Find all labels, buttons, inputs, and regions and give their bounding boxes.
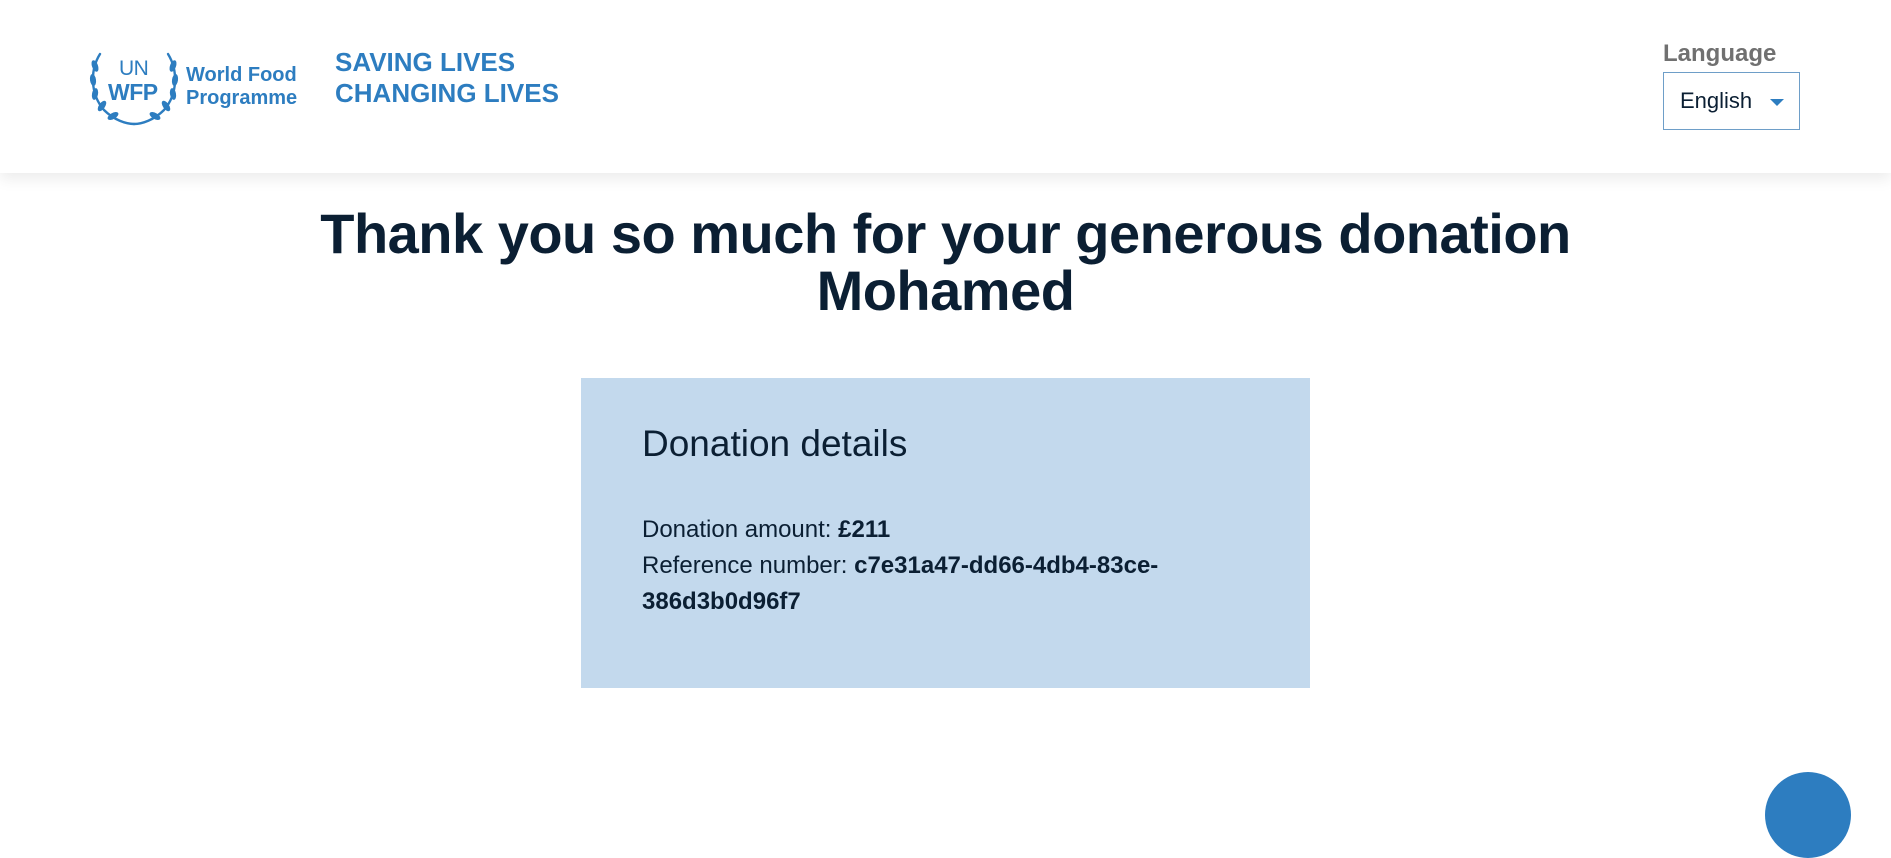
tagline-line-1: SAVING LIVES (335, 47, 516, 77)
donor-name: Mohamed (816, 259, 1075, 322)
donation-amount-value: £211 (838, 516, 891, 543)
thank-you-heading: Thank you so much for your generous dona… (200, 205, 1691, 319)
language-label: Language (1663, 40, 1777, 67)
language-selected-value: English (1680, 88, 1753, 113)
donation-details-title: Donation details (642, 423, 908, 464)
logo-organization-name: World Food Programme (186, 64, 316, 110)
logo-name-line-2: Programme (186, 87, 298, 109)
reference-number-row: Reference number: c7e31a47-dd66-4db4-83c… (642, 548, 1202, 620)
site-header: UN WFP World Food Programme SAVING LIVES… (0, 0, 1891, 173)
language-select[interactable]: English (1663, 72, 1800, 130)
chat-button[interactable] (1765, 772, 1851, 858)
logo-wfp-text: WFP (108, 79, 158, 105)
donation-amount-row: Donation amount: £211 (642, 512, 1202, 548)
reference-number-label: Reference number: (642, 552, 855, 579)
wfp-logo[interactable]: UN WFP World Food Programme (86, 48, 306, 128)
logo-un-text: UN (119, 57, 149, 80)
tagline-line-2: CHANGING LIVES (335, 78, 559, 108)
chevron-down-icon (1770, 99, 1784, 106)
donation-details-body: Donation amount: £211 Reference number: … (642, 512, 1202, 620)
thank-you-heading-line-1: Thank you so much for your generous dona… (320, 202, 1571, 265)
donation-amount-label: Donation amount: (642, 516, 839, 543)
logo-name-line-1: World Food (186, 64, 297, 86)
tagline: SAVING LIVES CHANGING LIVES (335, 47, 595, 109)
donation-details-card: Donation details Donation amount: £211 R… (581, 378, 1310, 688)
